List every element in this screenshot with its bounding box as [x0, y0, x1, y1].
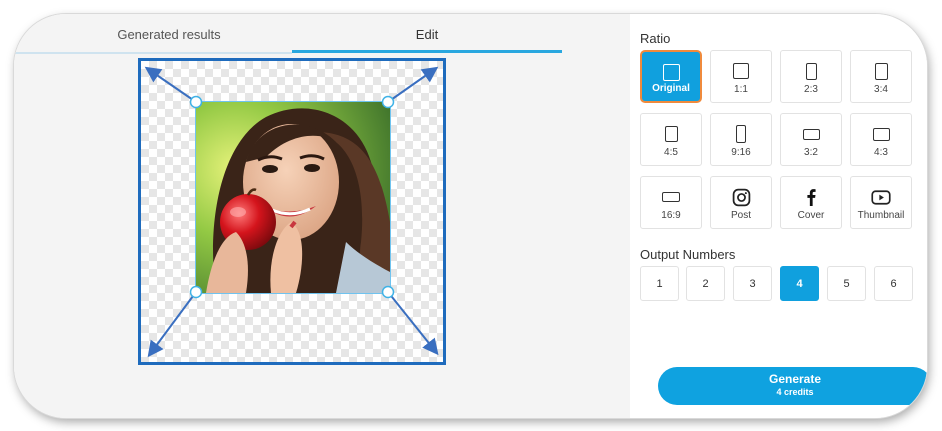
square-outline-icon — [662, 63, 680, 81]
tab-edit[interactable]: Edit — [292, 14, 562, 52]
tab-generated-results[interactable]: Generated results — [54, 14, 284, 52]
portrait-icon — [664, 126, 678, 142]
resize-handle-bottom-left[interactable] — [189, 285, 203, 299]
ratio-option-original[interactable]: Original — [640, 50, 702, 103]
ratio-option-2-3[interactable]: 2:3 — [780, 50, 842, 103]
app-window: Generated results Edit Ratio Original 1:… — [14, 14, 927, 418]
ratio-option-3-2[interactable]: 3:2 — [780, 113, 842, 166]
tall-portrait-icon — [736, 125, 746, 143]
ratio-option-1-1[interactable]: 1:1 — [710, 50, 772, 103]
output-number-4[interactable]: 4 — [780, 266, 819, 301]
ratio-option-4-3[interactable]: 4:3 — [850, 113, 912, 166]
landscape-icon — [872, 127, 890, 141]
resize-handle-bottom-right[interactable] — [381, 285, 395, 299]
tab-bar: Generated results Edit — [14, 14, 630, 54]
output-number-1[interactable]: 1 — [640, 266, 679, 301]
portrait-icon — [805, 62, 817, 80]
ratio-option-9-16[interactable]: 9:16 — [710, 113, 772, 166]
resize-handle-top-right[interactable] — [381, 95, 395, 109]
source-image[interactable] — [195, 101, 391, 294]
ratio-option-post[interactable]: Post — [710, 176, 772, 229]
output-number-2[interactable]: 2 — [686, 266, 725, 301]
output-number-3[interactable]: 3 — [733, 266, 772, 301]
ratio-option-thumbnail[interactable]: Thumbnail — [850, 176, 912, 229]
tab-divider — [14, 52, 292, 54]
editor-panel: Generated results Edit — [14, 14, 630, 418]
output-numbers-title: Output Numbers — [640, 247, 736, 262]
youtube-icon — [871, 189, 891, 205]
settings-panel: Ratio Original 1:1 2:3 3:4 4:5 9:16 3:2 … — [630, 14, 927, 418]
tab-active-indicator — [292, 50, 562, 53]
ratio-option-4-5[interactable]: 4:5 — [640, 113, 702, 166]
generate-button[interactable]: Generate 4 credits — [658, 367, 927, 405]
portrait-icon — [874, 62, 888, 80]
instagram-icon — [732, 188, 750, 206]
landscape-icon — [802, 128, 820, 140]
generate-credits: 4 credits — [776, 387, 814, 397]
ratio-option-16-9[interactable]: 16:9 — [640, 176, 702, 229]
ratio-option-cover[interactable]: Cover — [780, 176, 842, 229]
resize-handle-top-left[interactable] — [189, 95, 203, 109]
ratio-title: Ratio — [640, 31, 671, 46]
facebook-icon — [807, 189, 816, 206]
square-icon — [733, 63, 749, 79]
portrait-illustration — [196, 102, 390, 293]
wide-landscape-icon — [662, 192, 680, 202]
output-number-6[interactable]: 6 — [874, 266, 913, 301]
generate-label: Generate — [768, 372, 822, 386]
ratio-option-3-4[interactable]: 3:4 — [850, 50, 912, 103]
output-number-5[interactable]: 5 — [827, 266, 866, 301]
